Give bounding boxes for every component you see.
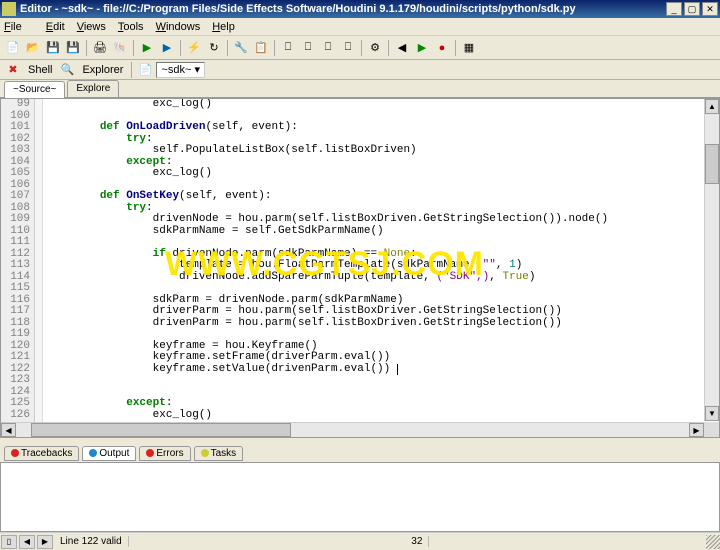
refresh-icon[interactable]: ↻ — [205, 39, 223, 57]
minimize-button[interactable]: _ — [666, 2, 682, 16]
tool-icon[interactable]: 🔧 — [232, 39, 250, 57]
editor-pane: 9910010110210310410510610710810911011111… — [0, 98, 720, 438]
output-panel[interactable] — [0, 462, 720, 532]
horizontal-scrollbar[interactable]: ◀ ▶ — [1, 422, 704, 437]
explorer-label[interactable]: Explorer — [78, 64, 127, 76]
scroll-left-icon[interactable]: ◀ — [1, 423, 16, 437]
menu-windows[interactable]: Windows — [156, 21, 201, 33]
tab-explore[interactable]: Explore — [67, 80, 119, 97]
status-nav-icon[interactable]: ▯ — [1, 535, 17, 549]
debug-stop-icon[interactable]: ● — [433, 39, 451, 57]
maximize-button[interactable]: ▢ — [684, 2, 700, 16]
tab-output[interactable]: Output — [82, 446, 136, 461]
separator — [388, 40, 389, 56]
separator — [361, 40, 362, 56]
new-icon[interactable]: 📄 — [4, 39, 22, 57]
config-icon[interactable]: ⚙ — [366, 39, 384, 57]
editor-tab-bar: ~Source~ Explore — [0, 80, 720, 98]
scroll-down-icon[interactable]: ▼ — [705, 406, 719, 421]
nav-icon[interactable]: ◀ — [393, 39, 411, 57]
status-bar: ▯ ◀ ▶ Line 122 valid 32 — [0, 532, 720, 550]
scroll-thumb[interactable] — [31, 423, 291, 437]
lightning-icon[interactable]: ⚡ — [185, 39, 203, 57]
scroll-thumb[interactable] — [705, 144, 719, 184]
status-next-icon[interactable]: ▶ — [37, 535, 53, 549]
run-icon[interactable]: 🐚 — [111, 39, 129, 57]
status-column: 32 — [405, 536, 429, 547]
separator — [455, 40, 456, 56]
play-icon[interactable]: ▶ — [138, 39, 156, 57]
resize-grip[interactable] — [706, 535, 720, 549]
close-button[interactable]: ✕ — [702, 2, 718, 16]
separator — [133, 40, 134, 56]
info-dot-icon — [89, 449, 97, 457]
separator — [227, 40, 228, 56]
menu-edit[interactable]: Edit — [46, 21, 65, 33]
tab-source[interactable]: ~Source~ — [4, 81, 65, 98]
debug-play-icon[interactable]: ▶ — [413, 39, 431, 57]
error-dot-icon — [11, 449, 19, 457]
menu-views[interactable]: Views — [77, 21, 106, 33]
tab-tracebacks[interactable]: Tracebacks — [4, 446, 79, 461]
status-prev-icon[interactable]: ◀ — [19, 535, 35, 549]
error-dot-icon — [146, 449, 154, 457]
tool-icon[interactable]: ⎕ — [279, 39, 297, 57]
separator — [86, 40, 87, 56]
vertical-scrollbar[interactable]: ▲ ▼ — [704, 99, 719, 421]
code-area[interactable]: exc_log() def OnLoadDriven(self, event):… — [43, 99, 719, 437]
toolbar-main: 📄 📂 💾 💾 🖨 🐚 ▶ ▶ ⚡ ↻ 🔧 📋 ⎕ ⎕ ⎕ ⎕ ⚙ ◀ ▶ ● … — [0, 36, 720, 60]
tab-tasks[interactable]: Tasks — [194, 446, 244, 461]
menu-file[interactable]: File — [4, 21, 34, 33]
file-icon[interactable]: 📄 — [136, 61, 154, 79]
step-icon[interactable]: ▶ — [158, 39, 176, 57]
separator — [131, 62, 132, 78]
saveall-icon[interactable]: 💾 — [64, 39, 82, 57]
tool-icon[interactable]: ⎕ — [339, 39, 357, 57]
tool-icon[interactable]: ⎕ — [319, 39, 337, 57]
file-combo[interactable]: ~sdk~ ▾ — [156, 62, 205, 78]
bottom-tab-bar: Tracebacks Output Errors Tasks — [0, 444, 720, 462]
app-icon — [2, 2, 16, 16]
separator — [274, 40, 275, 56]
toolbar-nav: ✖ Shell 🔍 Explorer 📄 ~sdk~ ▾ — [0, 60, 720, 80]
save-icon[interactable]: 💾 — [44, 39, 62, 57]
print-icon[interactable]: 🖨 — [91, 39, 109, 57]
explorer-icon[interactable]: 🔍 — [58, 61, 76, 79]
fold-column — [35, 99, 43, 437]
scroll-corner — [704, 422, 719, 437]
task-dot-icon — [201, 449, 209, 457]
shell-label[interactable]: Shell — [24, 64, 56, 76]
line-gutter: 9910010110210310410510610710810911011111… — [1, 99, 35, 437]
separator — [180, 40, 181, 56]
scroll-right-icon[interactable]: ▶ — [689, 423, 704, 437]
menu-bar: File Edit Views Tools Windows Help — [0, 18, 720, 36]
title-bar: Editor - ~sdk~ - file://C:/Program Files… — [0, 0, 720, 18]
status-line-valid: Line 122 valid — [54, 536, 129, 547]
window-title: Editor - ~sdk~ - file://C:/Program Files… — [20, 3, 664, 15]
tool-icon[interactable]: ⎕ — [299, 39, 317, 57]
menu-tools[interactable]: Tools — [118, 21, 144, 33]
menu-help[interactable]: Help — [212, 21, 235, 33]
scroll-up-icon[interactable]: ▲ — [705, 99, 719, 114]
open-icon[interactable]: 📂 — [24, 39, 42, 57]
tab-errors[interactable]: Errors — [139, 446, 190, 461]
tool-icon[interactable]: 📋 — [252, 39, 270, 57]
x-close-icon[interactable]: ✖ — [4, 61, 22, 79]
misc-icon[interactable]: ▦ — [460, 39, 478, 57]
